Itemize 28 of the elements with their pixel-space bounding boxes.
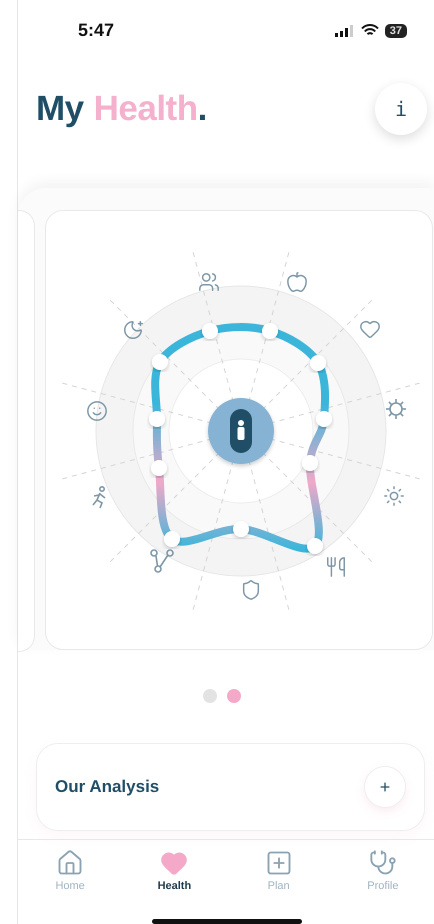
runner-icon: [92, 486, 106, 508]
nav-tab[interactable]: Health: [139, 848, 210, 909]
virus-icon: [386, 398, 406, 419]
moon-icon: [124, 321, 142, 338]
heart-icon: [360, 321, 380, 337]
sun-icon: [384, 486, 404, 505]
info-button[interactable]: i: [375, 82, 427, 135]
title-word: Health: [94, 88, 198, 128]
cutlery-icon: [328, 557, 344, 576]
wifi-icon: [360, 24, 379, 38]
molecule-icon: [150, 548, 174, 572]
plus-square-icon: [264, 849, 293, 878]
page-dot[interactable]: [226, 689, 240, 704]
apple-icon: [288, 272, 306, 291]
analysis-title: Our Analysis: [55, 777, 160, 798]
status-time: 5:47: [78, 20, 114, 42]
stethoscope-icon: [368, 849, 397, 878]
shield-icon: [244, 580, 258, 599]
previous-card[interactable]: [18, 210, 35, 652]
home-icon: [56, 849, 84, 878]
people-icon: [200, 273, 218, 290]
smile-icon: [88, 401, 106, 420]
expand-button[interactable]: +: [364, 766, 406, 808]
page-dot[interactable]: [202, 689, 216, 704]
title-word: My: [36, 88, 84, 128]
signal-icon: [334, 24, 355, 37]
battery-indicator: 37: [384, 24, 407, 38]
title-word: .: [198, 88, 207, 128]
